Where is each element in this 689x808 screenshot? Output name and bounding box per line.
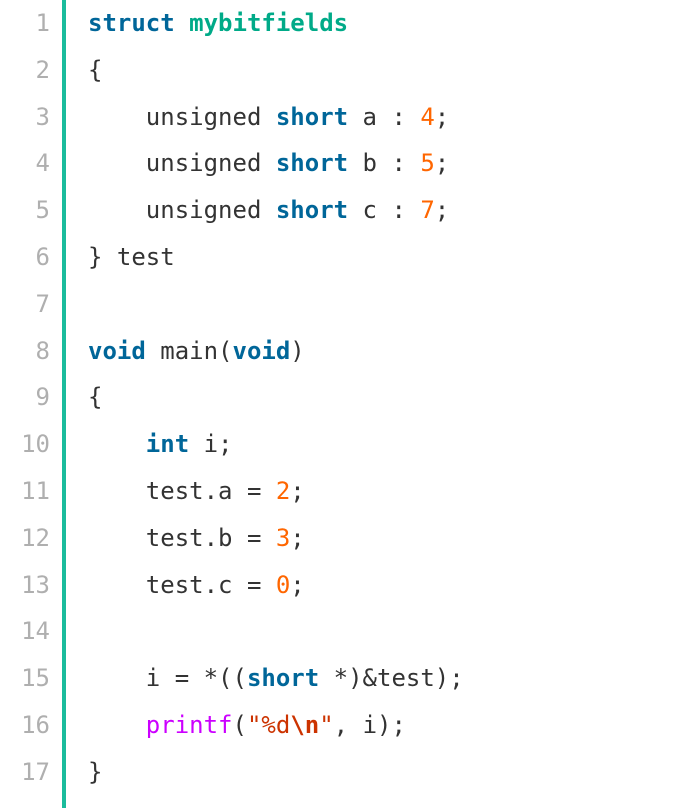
token: unsigned (88, 103, 276, 131)
code-line: test.c = 0; (88, 562, 464, 609)
token: " (319, 711, 333, 739)
code-line: printf("%d\n", i); (88, 702, 464, 749)
code-line: struct mybitfields (88, 0, 464, 47)
token: ( (233, 711, 247, 739)
token: test.c = (88, 571, 276, 599)
code-line: unsigned short a : 4; (88, 94, 464, 141)
code-line: unsigned short b : 5; (88, 140, 464, 187)
code-line: } (88, 749, 464, 796)
token: b : (348, 149, 420, 177)
token: *)&test); (319, 664, 464, 692)
code-line: test.a = 2; (88, 468, 464, 515)
line-number: 8 (0, 328, 50, 375)
token: ; (435, 103, 449, 131)
token (88, 711, 146, 739)
token: unsigned (88, 149, 276, 177)
token (88, 430, 146, 458)
token: { (88, 383, 102, 411)
line-number: 13 (0, 562, 50, 609)
token: a : (348, 103, 420, 131)
line-number: 10 (0, 421, 50, 468)
line-number: 12 (0, 515, 50, 562)
line-number: 2 (0, 47, 50, 94)
token: i; (189, 430, 232, 458)
token: void (233, 337, 291, 365)
code-content[interactable]: struct mybitfields { unsigned short a : 4… (66, 0, 464, 808)
token: , i); (334, 711, 406, 739)
token: \n (290, 711, 319, 739)
token: } (88, 758, 102, 786)
code-line: } test (88, 234, 464, 281)
token: int (146, 430, 189, 458)
line-number: 1 (0, 0, 50, 47)
token: mybitfields (189, 9, 348, 37)
token: 4 (420, 103, 434, 131)
line-number: 14 (0, 608, 50, 655)
token: 7 (420, 196, 434, 224)
token: ; (435, 149, 449, 177)
line-number: 5 (0, 187, 50, 234)
code-line (88, 281, 464, 328)
line-number: 4 (0, 140, 50, 187)
token: 3 (276, 524, 290, 552)
code-line: { (88, 47, 464, 94)
token: short (276, 103, 348, 131)
token: 0 (276, 571, 290, 599)
token: ; (290, 524, 304, 552)
code-line: unsigned short c : 7; (88, 187, 464, 234)
token: struct (88, 9, 175, 37)
token: } test (88, 243, 175, 271)
line-number: 16 (0, 702, 50, 749)
token: void (88, 337, 146, 365)
line-number: 15 (0, 655, 50, 702)
token: 5 (420, 149, 434, 177)
token: "%d (247, 711, 290, 739)
line-number: 17 (0, 749, 50, 796)
line-number: 6 (0, 234, 50, 281)
token: { (88, 56, 102, 84)
token: ; (290, 571, 304, 599)
token (175, 9, 189, 37)
code-line: { (88, 374, 464, 421)
token: main( (146, 337, 233, 365)
line-number: 11 (0, 468, 50, 515)
line-number: 7 (0, 281, 50, 328)
code-block: 1234567891011121314151617 struct mybitfi… (0, 0, 689, 808)
code-line: int i; (88, 421, 464, 468)
token: short (276, 149, 348, 177)
code-line: test.b = 3; (88, 515, 464, 562)
token: short (247, 664, 319, 692)
line-number-gutter: 1234567891011121314151617 (0, 0, 62, 808)
token: ; (290, 477, 304, 505)
token: ; (435, 196, 449, 224)
token: test.b = (88, 524, 276, 552)
token: test.a = (88, 477, 276, 505)
token: short (276, 196, 348, 224)
code-line: void main(void) (88, 328, 464, 375)
token: c : (348, 196, 420, 224)
line-number: 3 (0, 94, 50, 141)
token: ) (290, 337, 304, 365)
code-line (88, 608, 464, 655)
token: printf (146, 711, 233, 739)
code-line: i = *((short *)&test); (88, 655, 464, 702)
line-number: 9 (0, 374, 50, 421)
token: 2 (276, 477, 290, 505)
token: unsigned (88, 196, 276, 224)
token: i = *(( (88, 664, 247, 692)
